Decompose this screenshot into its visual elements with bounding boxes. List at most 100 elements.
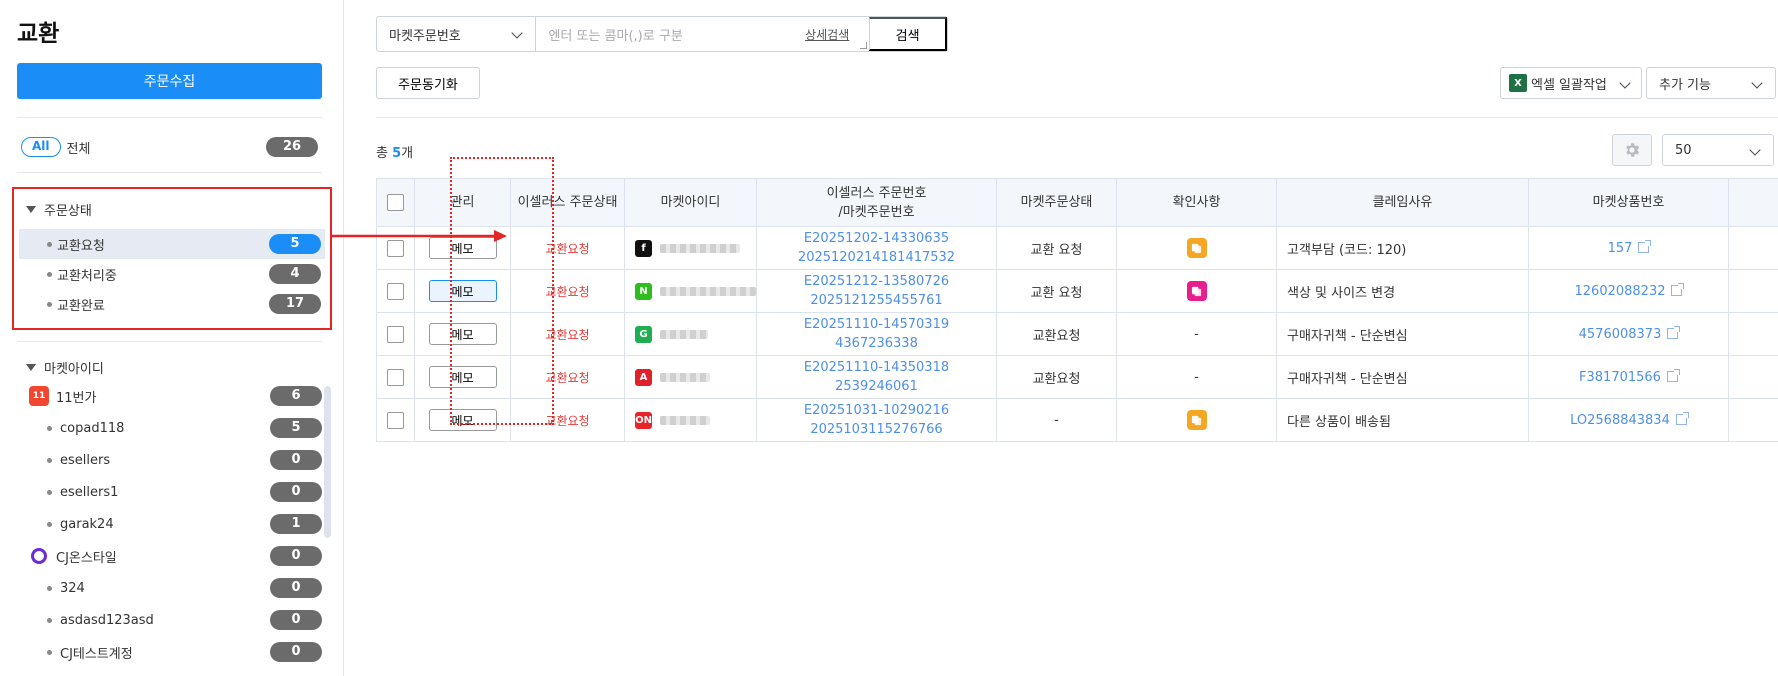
check-items-cell bbox=[1116, 269, 1277, 313]
market-count: 1 bbox=[270, 514, 322, 534]
market-id-cell: ON bbox=[624, 398, 757, 442]
market-account-item[interactable]: asdasd123asd 0 bbox=[17, 606, 322, 634]
table-row[interactable]: 메모 교환요청 N E20251212-13580726 20251212554… bbox=[376, 269, 1778, 313]
market-id-heading[interactable]: 마켓아이디 bbox=[26, 358, 104, 377]
sidebar-scrollbar[interactable] bbox=[324, 386, 331, 538]
search-button[interactable]: 검색 bbox=[869, 17, 947, 51]
external-link-icon[interactable] bbox=[1675, 411, 1689, 425]
search-type-select[interactable]: 마켓주문번호 bbox=[377, 17, 537, 51]
market-label: garak24 bbox=[60, 516, 114, 532]
market-logo-icon: G bbox=[635, 325, 652, 343]
header-select-all[interactable] bbox=[376, 178, 415, 227]
market-order-number-link[interactable]: 4367236338 bbox=[757, 334, 996, 353]
external-link-icon[interactable] bbox=[1667, 325, 1681, 339]
market-account-item[interactable]: 324 0 bbox=[17, 574, 322, 602]
check-item-badge-icon[interactable] bbox=[1186, 410, 1207, 430]
market-product-number-link[interactable]: 157 bbox=[1608, 241, 1633, 256]
excel-batch-button[interactable]: X 엑셀 일괄작업 bbox=[1500, 67, 1642, 99]
status-item-exchange-processing[interactable]: 교환처리중 4 bbox=[19, 259, 325, 289]
search-input[interactable]: 엔터 또는 콤마(,)로 구분 상세검색 bbox=[536, 17, 869, 51]
table-row[interactable]: 메모 교환요청 f E20251202-14330635 20251202141… bbox=[376, 226, 1778, 270]
row-checkbox[interactable] bbox=[387, 282, 404, 300]
market-order-number-link[interactable]: 2025103115276766 bbox=[757, 420, 996, 439]
market-product-cell: F381701566 bbox=[1528, 355, 1729, 399]
header-claim-reason: 클레임사유 bbox=[1276, 178, 1529, 227]
external-link-icon[interactable] bbox=[1638, 239, 1652, 253]
market-product-cell: 157 bbox=[1528, 226, 1729, 270]
order-status-heading[interactable]: 주문상태 bbox=[26, 200, 92, 219]
market-status: 교환 요청 bbox=[1030, 285, 1083, 301]
market-account-item[interactable]: esellers 0 bbox=[17, 446, 322, 474]
order-number-cell: E20251212-13580726 2025121255455761 bbox=[756, 269, 997, 313]
divider bbox=[17, 172, 322, 173]
header-order-number: 이셀러스 주문번호 /마켓주문번호 bbox=[756, 178, 997, 227]
bullet-icon bbox=[47, 301, 52, 307]
market-label: esellers1 bbox=[60, 484, 119, 500]
collect-orders-button[interactable]: 주문수집 bbox=[17, 63, 322, 99]
more-features-button[interactable]: 추가 기능 bbox=[1646, 67, 1776, 99]
filter-all[interactable]: All 전체 26 bbox=[21, 136, 318, 158]
esellers-order-number-link[interactable]: E20251031-10290216 bbox=[757, 401, 996, 420]
table-settings-button[interactable] bbox=[1612, 134, 1652, 166]
esellers-order-number-link[interactable]: E20251202-14330635 bbox=[757, 229, 996, 248]
esellers-order-number-link[interactable]: E20251212-13580726 bbox=[757, 272, 996, 291]
row-checkbox[interactable] bbox=[387, 411, 404, 429]
row-select-cell[interactable] bbox=[376, 398, 415, 442]
market-group-11st[interactable]: 11 11번가 6 bbox=[17, 382, 322, 410]
status-item-exchange-complete[interactable]: 교환완료 17 bbox=[19, 289, 325, 319]
market-count: 0 bbox=[270, 610, 322, 630]
detail-search-link[interactable]: 상세검색 bbox=[805, 26, 849, 43]
blurred-market-id bbox=[660, 372, 710, 382]
external-link-icon[interactable] bbox=[1671, 282, 1685, 296]
market-product-number-link[interactable]: 4576008373 bbox=[1579, 327, 1662, 342]
order-number-cell: E20251031-10290216 2025103115276766 bbox=[756, 398, 997, 442]
market-product-number-link[interactable]: 12602088232 bbox=[1575, 284, 1666, 299]
main-content: 마켓주문번호 엔터 또는 콤마(,)로 구분 상세검색 검색 주문동기화 X 엑… bbox=[376, 0, 1778, 676]
order-number-cell: E20251110-14350318 2539246061 bbox=[756, 355, 997, 399]
row-select-cell[interactable] bbox=[376, 269, 415, 313]
market-product-number-link[interactable]: LO2568843834 bbox=[1570, 413, 1670, 428]
market-account-item[interactable]: CJ테스트계정 0 bbox=[17, 638, 322, 666]
esellers-order-number-link[interactable]: E20251110-14570319 bbox=[757, 315, 996, 334]
market-account-item[interactable]: esellers1 0 bbox=[17, 478, 322, 506]
row-select-cell[interactable] bbox=[376, 312, 415, 356]
filler-cell bbox=[1728, 226, 1778, 270]
row-select-cell[interactable] bbox=[376, 226, 415, 270]
market-logo-icon: A bbox=[635, 368, 652, 386]
11st-logo-icon: 11 bbox=[29, 386, 49, 406]
market-product-cell: 12602088232 bbox=[1528, 269, 1729, 313]
external-link-icon[interactable] bbox=[1666, 368, 1680, 382]
blurred-market-id bbox=[660, 329, 708, 339]
market-group-cj-onstyle[interactable]: CJ온스타일 0 bbox=[17, 542, 322, 570]
table-row[interactable]: 메모 교환요청 ON E20251031-10290216 2025103115… bbox=[376, 398, 1778, 442]
bullet-icon bbox=[47, 649, 52, 655]
market-order-number-link[interactable]: 2539246061 bbox=[757, 377, 996, 396]
market-product-number-link[interactable]: F381701566 bbox=[1579, 370, 1661, 385]
row-checkbox[interactable] bbox=[387, 325, 404, 343]
header-check-items: 확인사항 bbox=[1116, 178, 1277, 227]
check-item-badge-icon[interactable] bbox=[1186, 281, 1207, 301]
bullet-icon bbox=[47, 425, 52, 431]
status-item-exchange-request[interactable]: 교환요청 5 bbox=[19, 229, 325, 259]
row-select-cell[interactable] bbox=[376, 355, 415, 399]
table-row[interactable]: 메모 교환요청 G E20251110-14570319 4367236338 … bbox=[376, 312, 1778, 356]
market-order-number-link[interactable]: 2025121255455761 bbox=[757, 291, 996, 310]
page-size-select[interactable]: 50 bbox=[1662, 134, 1774, 166]
status-item-count: 17 bbox=[269, 294, 321, 314]
market-account-item[interactable]: garak24 1 bbox=[17, 510, 322, 538]
filler-cell bbox=[1728, 269, 1778, 313]
row-checkbox[interactable] bbox=[387, 239, 404, 257]
select-all-checkbox[interactable] bbox=[387, 194, 404, 211]
row-checkbox[interactable] bbox=[387, 368, 404, 386]
table-row[interactable]: 메모 교환요청 A E20251110-14350318 2539246061 … bbox=[376, 355, 1778, 399]
market-order-number-link[interactable]: 2025120214181417532 bbox=[757, 248, 996, 267]
resize-grip-icon[interactable] bbox=[860, 42, 868, 49]
check-item-badge-icon[interactable] bbox=[1186, 238, 1207, 258]
market-account-item[interactable]: copad118 5 bbox=[17, 414, 322, 442]
order-status-highlight-box: 주문상태 교환요청 5 교환처리중 4 교환완료 17 bbox=[12, 187, 332, 330]
order-sync-button[interactable]: 주문동기화 bbox=[376, 67, 480, 99]
bullet-icon bbox=[47, 241, 52, 247]
chevron-down-icon bbox=[1751, 77, 1763, 89]
esellers-order-number-link[interactable]: E20251110-14350318 bbox=[757, 358, 996, 377]
market-label: esellers bbox=[60, 452, 111, 468]
